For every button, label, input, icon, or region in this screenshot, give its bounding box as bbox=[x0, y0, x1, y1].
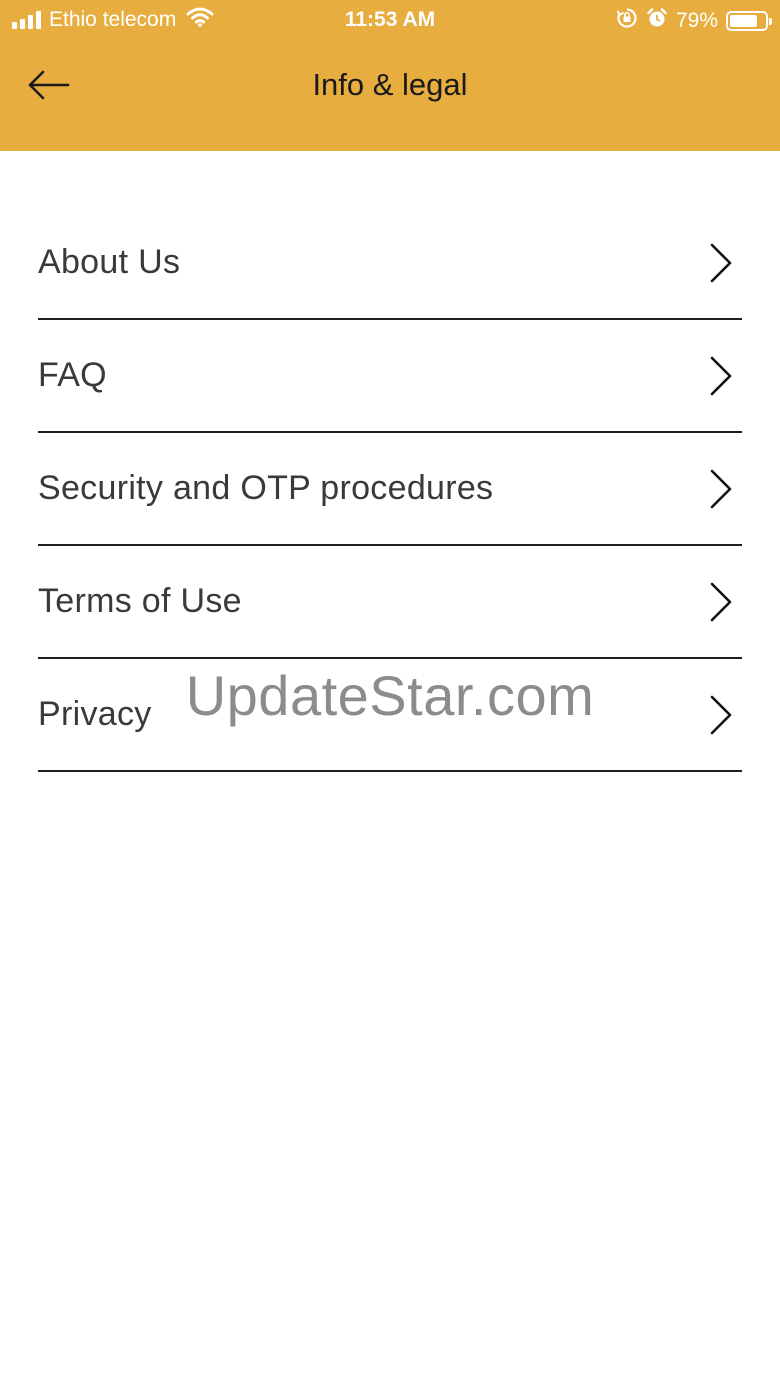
status-bar: Ethio telecom 11:53 AM 79% bbox=[0, 0, 780, 40]
menu-item-label: About Us bbox=[38, 243, 181, 281]
menu-item-terms-of-use[interactable]: Terms of Use bbox=[38, 546, 742, 659]
menu-item-label: Security and OTP procedures bbox=[38, 469, 494, 507]
battery-percent: 79% bbox=[675, 9, 718, 32]
alarm-icon bbox=[646, 7, 668, 35]
menu-item-faq[interactable]: FAQ bbox=[38, 320, 742, 433]
chevron-right-icon bbox=[708, 354, 738, 398]
chevron-right-icon bbox=[708, 580, 738, 624]
watermark: UpdateStar.com bbox=[185, 664, 595, 727]
chevron-right-icon bbox=[708, 241, 738, 285]
status-bar-right: 79% bbox=[616, 7, 772, 35]
battery-fill bbox=[730, 15, 757, 27]
app-header: Ethio telecom 11:53 AM 79% Info & legal bbox=[0, 0, 780, 151]
navigation-bar: Info & legal bbox=[0, 40, 780, 151]
orientation-lock-icon bbox=[616, 7, 638, 35]
menu-item-security-otp[interactable]: Security and OTP procedures bbox=[38, 433, 742, 546]
page-title: Info & legal bbox=[312, 67, 468, 102]
menu-item-label: Terms of Use bbox=[38, 582, 242, 620]
menu-item-about-us[interactable]: About Us bbox=[38, 207, 742, 320]
battery-icon bbox=[726, 11, 772, 31]
chevron-right-icon bbox=[708, 467, 738, 511]
menu-item-label: FAQ bbox=[38, 356, 107, 394]
